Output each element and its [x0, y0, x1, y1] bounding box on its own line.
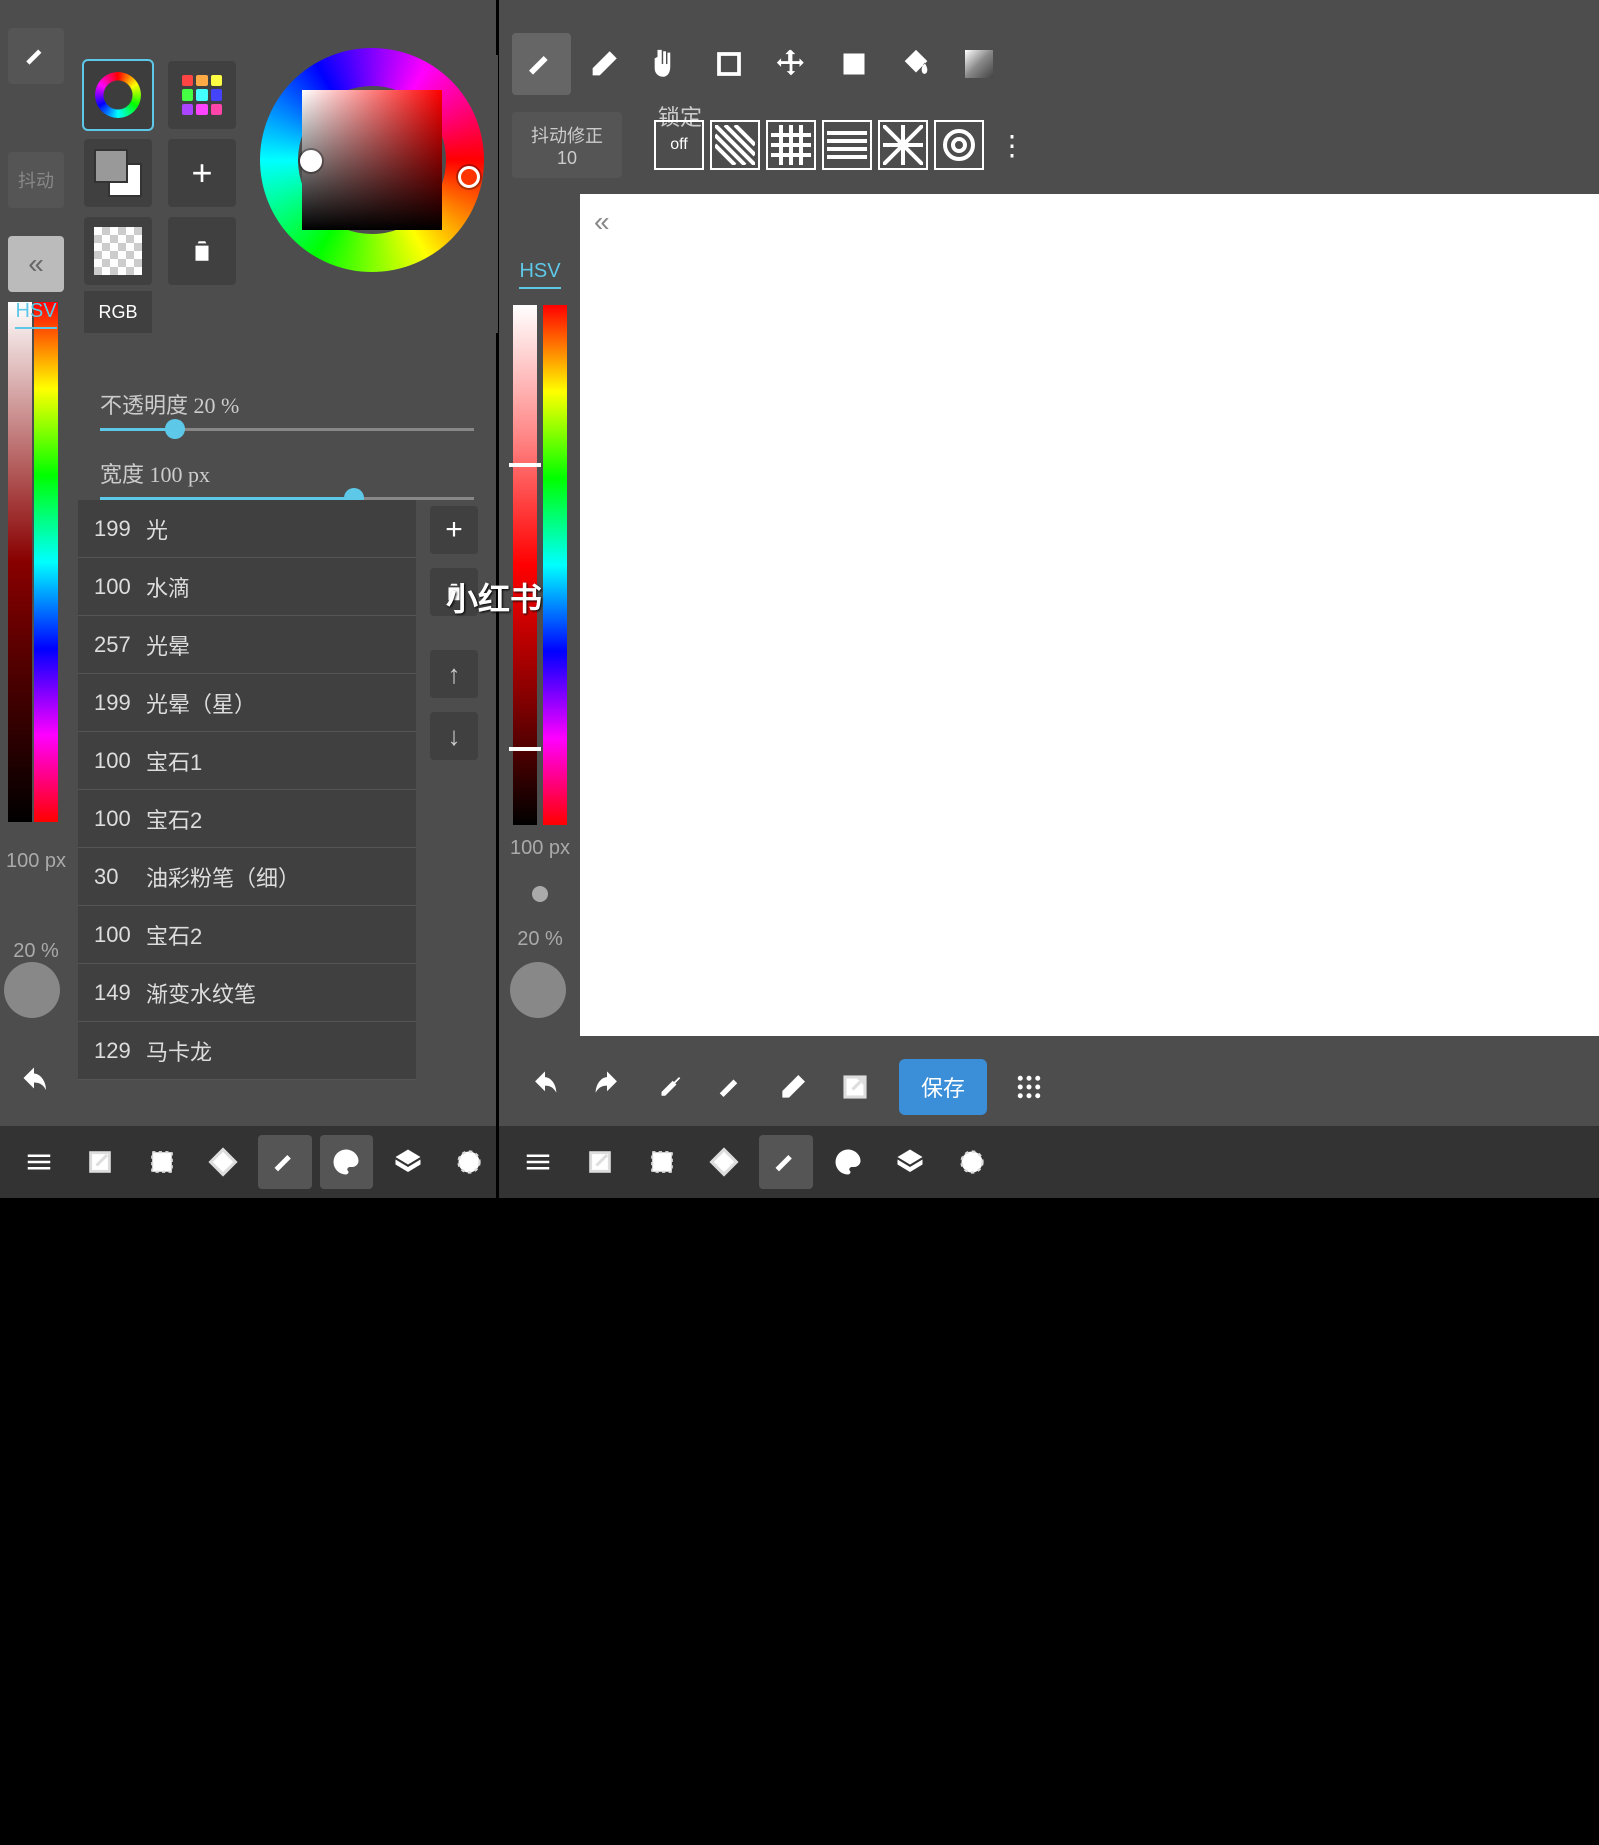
- jitter-value: 10: [557, 148, 577, 169]
- transform-tool[interactable]: [762, 33, 821, 95]
- brush-preset-item[interactable]: 129马卡龙: [78, 1022, 416, 1080]
- settings-nav-r[interactable]: [945, 1135, 999, 1189]
- brush-tool[interactable]: [8, 28, 64, 84]
- opacity-slider[interactable]: [100, 428, 474, 431]
- brush-preview-circle-right[interactable]: [510, 962, 566, 1018]
- watermark: 小红书: [446, 574, 542, 620]
- menu-button[interactable]: [12, 1135, 66, 1189]
- value-strip-right[interactable]: [513, 305, 537, 825]
- gradient-tool[interactable]: [950, 33, 1009, 95]
- brush-preset-item[interactable]: 257光晕: [78, 616, 416, 674]
- selection-tool[interactable]: [700, 33, 759, 95]
- brush-button[interactable]: [705, 1061, 757, 1113]
- eyedropper-button[interactable]: [643, 1061, 695, 1113]
- brush-nav-r[interactable]: [759, 1135, 813, 1189]
- canvas-collapse[interactable]: «: [594, 206, 610, 238]
- save-button[interactable]: 保存: [899, 1059, 987, 1115]
- jitter-correction[interactable]: 抖动修正 10: [512, 112, 622, 178]
- collapse-chevron[interactable]: «: [8, 236, 64, 292]
- brush-preset-item[interactable]: 149渐变水纹笔: [78, 964, 416, 1022]
- brush-preset-item[interactable]: 100宝石2: [78, 906, 416, 964]
- brush-preset-list[interactable]: 199光100水滴257光晕199光晕（星）100宝石1100宝石230油彩粉笔…: [78, 500, 416, 1080]
- move-up-button[interactable]: ↑: [430, 650, 478, 698]
- transparent-button[interactable]: [84, 217, 152, 285]
- layers-nav[interactable]: [381, 1135, 435, 1189]
- lock-grid[interactable]: [766, 120, 816, 170]
- hue-strip-right[interactable]: [543, 305, 567, 825]
- saturation-value-box[interactable]: [302, 90, 442, 230]
- fg-bg-swap[interactable]: [84, 139, 152, 207]
- brush-preset-item[interactable]: 100宝石1: [78, 732, 416, 790]
- lock-pattern-1[interactable]: [710, 120, 760, 170]
- add-swatch-button[interactable]: +: [168, 139, 236, 207]
- brush-preset-item[interactable]: 199光: [78, 500, 416, 558]
- lock-radial[interactable]: [878, 120, 928, 170]
- lock-off-button[interactable]: off: [654, 120, 704, 170]
- settings-nav[interactable]: [443, 1135, 497, 1189]
- brush-preview-circle[interactable]: [4, 962, 60, 1018]
- menu-button-r[interactable]: [511, 1135, 565, 1189]
- brush-preset-item[interactable]: 199光晕（星）: [78, 674, 416, 732]
- hsv-tab-right[interactable]: HSV: [519, 260, 560, 289]
- eraser-button[interactable]: [767, 1061, 819, 1113]
- brush-preset-item[interactable]: 30油彩粉笔（细）: [78, 848, 416, 906]
- sv-cursor[interactable]: [300, 150, 322, 172]
- opacity-slider-label: 不透明度 20 %: [100, 388, 474, 420]
- hsv-tab[interactable]: HSV: [15, 300, 56, 329]
- more-options[interactable]: ⋮: [998, 129, 1026, 162]
- collapse-panel[interactable]: 抖动: [8, 152, 64, 208]
- marquee-button-r[interactable]: [635, 1135, 689, 1189]
- eraser-tool[interactable]: [575, 33, 634, 95]
- add-brush-button[interactable]: +: [430, 506, 478, 554]
- lock-pattern-3[interactable]: [822, 120, 872, 170]
- redo-button[interactable]: [581, 1061, 633, 1113]
- palette-nav[interactable]: [320, 1135, 374, 1189]
- edit-button-r[interactable]: [573, 1135, 627, 1189]
- brush-nav[interactable]: [258, 1135, 312, 1189]
- jitter-label: 抖动修正: [531, 122, 603, 148]
- edit-button[interactable]: [74, 1135, 128, 1189]
- undo-button[interactable]: [519, 1061, 571, 1113]
- hand-tool[interactable]: [637, 33, 696, 95]
- bucket-tool[interactable]: [887, 33, 946, 95]
- export-button[interactable]: [829, 1061, 881, 1113]
- rgb-mode-button[interactable]: RGB: [84, 291, 152, 333]
- grid-menu-button[interactable]: [1003, 1061, 1055, 1113]
- value-strip[interactable]: [8, 302, 32, 822]
- brush-preset-item[interactable]: 100水滴: [78, 558, 416, 616]
- rotate-button-r[interactable]: [697, 1135, 751, 1189]
- palette-nav-r[interactable]: [821, 1135, 875, 1189]
- width-indicator: 100 px: [4, 850, 68, 873]
- move-down-button[interactable]: ↓: [430, 712, 478, 760]
- width-indicator-right: 100 px: [510, 837, 570, 860]
- layers-nav-r[interactable]: [883, 1135, 937, 1189]
- swatches-mode-button[interactable]: [168, 61, 236, 129]
- rotate-button[interactable]: [197, 1135, 251, 1189]
- opacity-indicator: 20 %: [4, 940, 68, 963]
- brush-dot: [532, 886, 548, 902]
- hue-strip[interactable]: [34, 302, 58, 822]
- canvas[interactable]: [580, 194, 1599, 1036]
- lock-circles[interactable]: [934, 120, 984, 170]
- width-slider-label: 宽度 100 px: [100, 457, 474, 489]
- delete-swatch-button[interactable]: [168, 217, 236, 285]
- opacity-indicator-right: 20 %: [517, 928, 563, 951]
- undo-icon[interactable]: [16, 1066, 52, 1107]
- hue-cursor[interactable]: [458, 166, 480, 188]
- brush-tool-main[interactable]: [512, 33, 571, 95]
- brush-preset-item[interactable]: 100宝石2: [78, 790, 416, 848]
- wheel-mode-button[interactable]: [84, 61, 152, 129]
- marquee-button[interactable]: [135, 1135, 189, 1189]
- fill-square-tool[interactable]: [825, 33, 884, 95]
